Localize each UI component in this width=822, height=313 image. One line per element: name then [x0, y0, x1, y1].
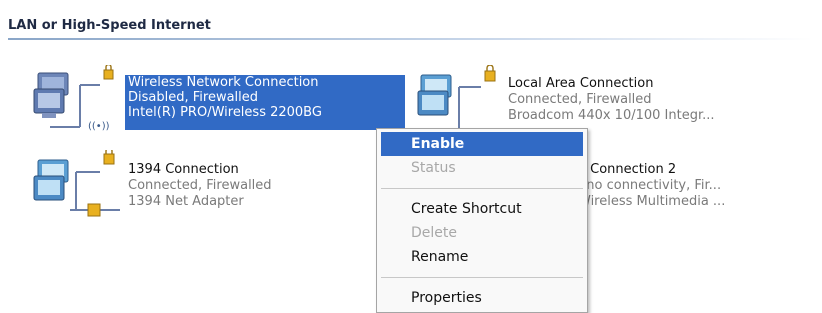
connection-status: Connected, Firewalled — [508, 92, 652, 107]
context-menu: Enable Status Create Shortcut Delete Ren… — [376, 128, 588, 313]
connection-name: e Connection 2 — [578, 162, 677, 177]
menu-item-status: Status — [411, 160, 456, 176]
connection-device: Wireless Multimedia ... — [578, 194, 726, 209]
connection-name: 1394 Connection — [128, 162, 239, 177]
menu-item-enable[interactable]: Enable — [381, 132, 583, 156]
connection-device: Broadcom 440x 10/100 Integr... — [508, 108, 715, 123]
menu-item-create-shortcut[interactable]: Create Shortcut — [377, 197, 587, 221]
wireless-connection-selected[interactable]: Wireless Network Connection Disabled, Fi… — [125, 75, 405, 130]
wireless-connection-2[interactable]: e Connection 2 , no connectivity, Fir...… — [578, 162, 725, 210]
group-divider — [8, 38, 813, 40]
connection-name: Wireless Network Connection — [128, 75, 319, 90]
menu-separator — [381, 277, 583, 278]
local-area-connection[interactable]: Local Area Connection Connected, Firewal… — [508, 76, 715, 124]
group-header: LAN or High-Speed Internet — [8, 18, 211, 33]
svg-text:((•)): ((•)) — [88, 121, 110, 132]
wireless-network-icon[interactable]: ((•)) — [30, 63, 120, 135]
network-connection-icon[interactable] — [415, 64, 505, 135]
1394-connection[interactable]: 1394 Connection Connected, Firewalled 13… — [128, 162, 272, 210]
connection-name: Local Area Connection — [508, 76, 654, 91]
menu-item-rename[interactable]: Rename — [377, 245, 587, 269]
connection-status: Disabled, Firewalled — [128, 90, 259, 105]
menu-item-delete: Delete — [411, 225, 457, 241]
connection-status: Connected, Firewalled — [128, 178, 272, 193]
menu-item-properties[interactable]: Properties — [377, 286, 587, 310]
menu-separator — [381, 188, 583, 189]
network-connection-icon[interactable] — [30, 147, 120, 220]
connection-device: 1394 Net Adapter — [128, 194, 244, 209]
connection-device: Intel(R) PRO/Wireless 2200BG — [128, 105, 322, 120]
connection-status: , no connectivity, Fir... — [578, 178, 722, 193]
